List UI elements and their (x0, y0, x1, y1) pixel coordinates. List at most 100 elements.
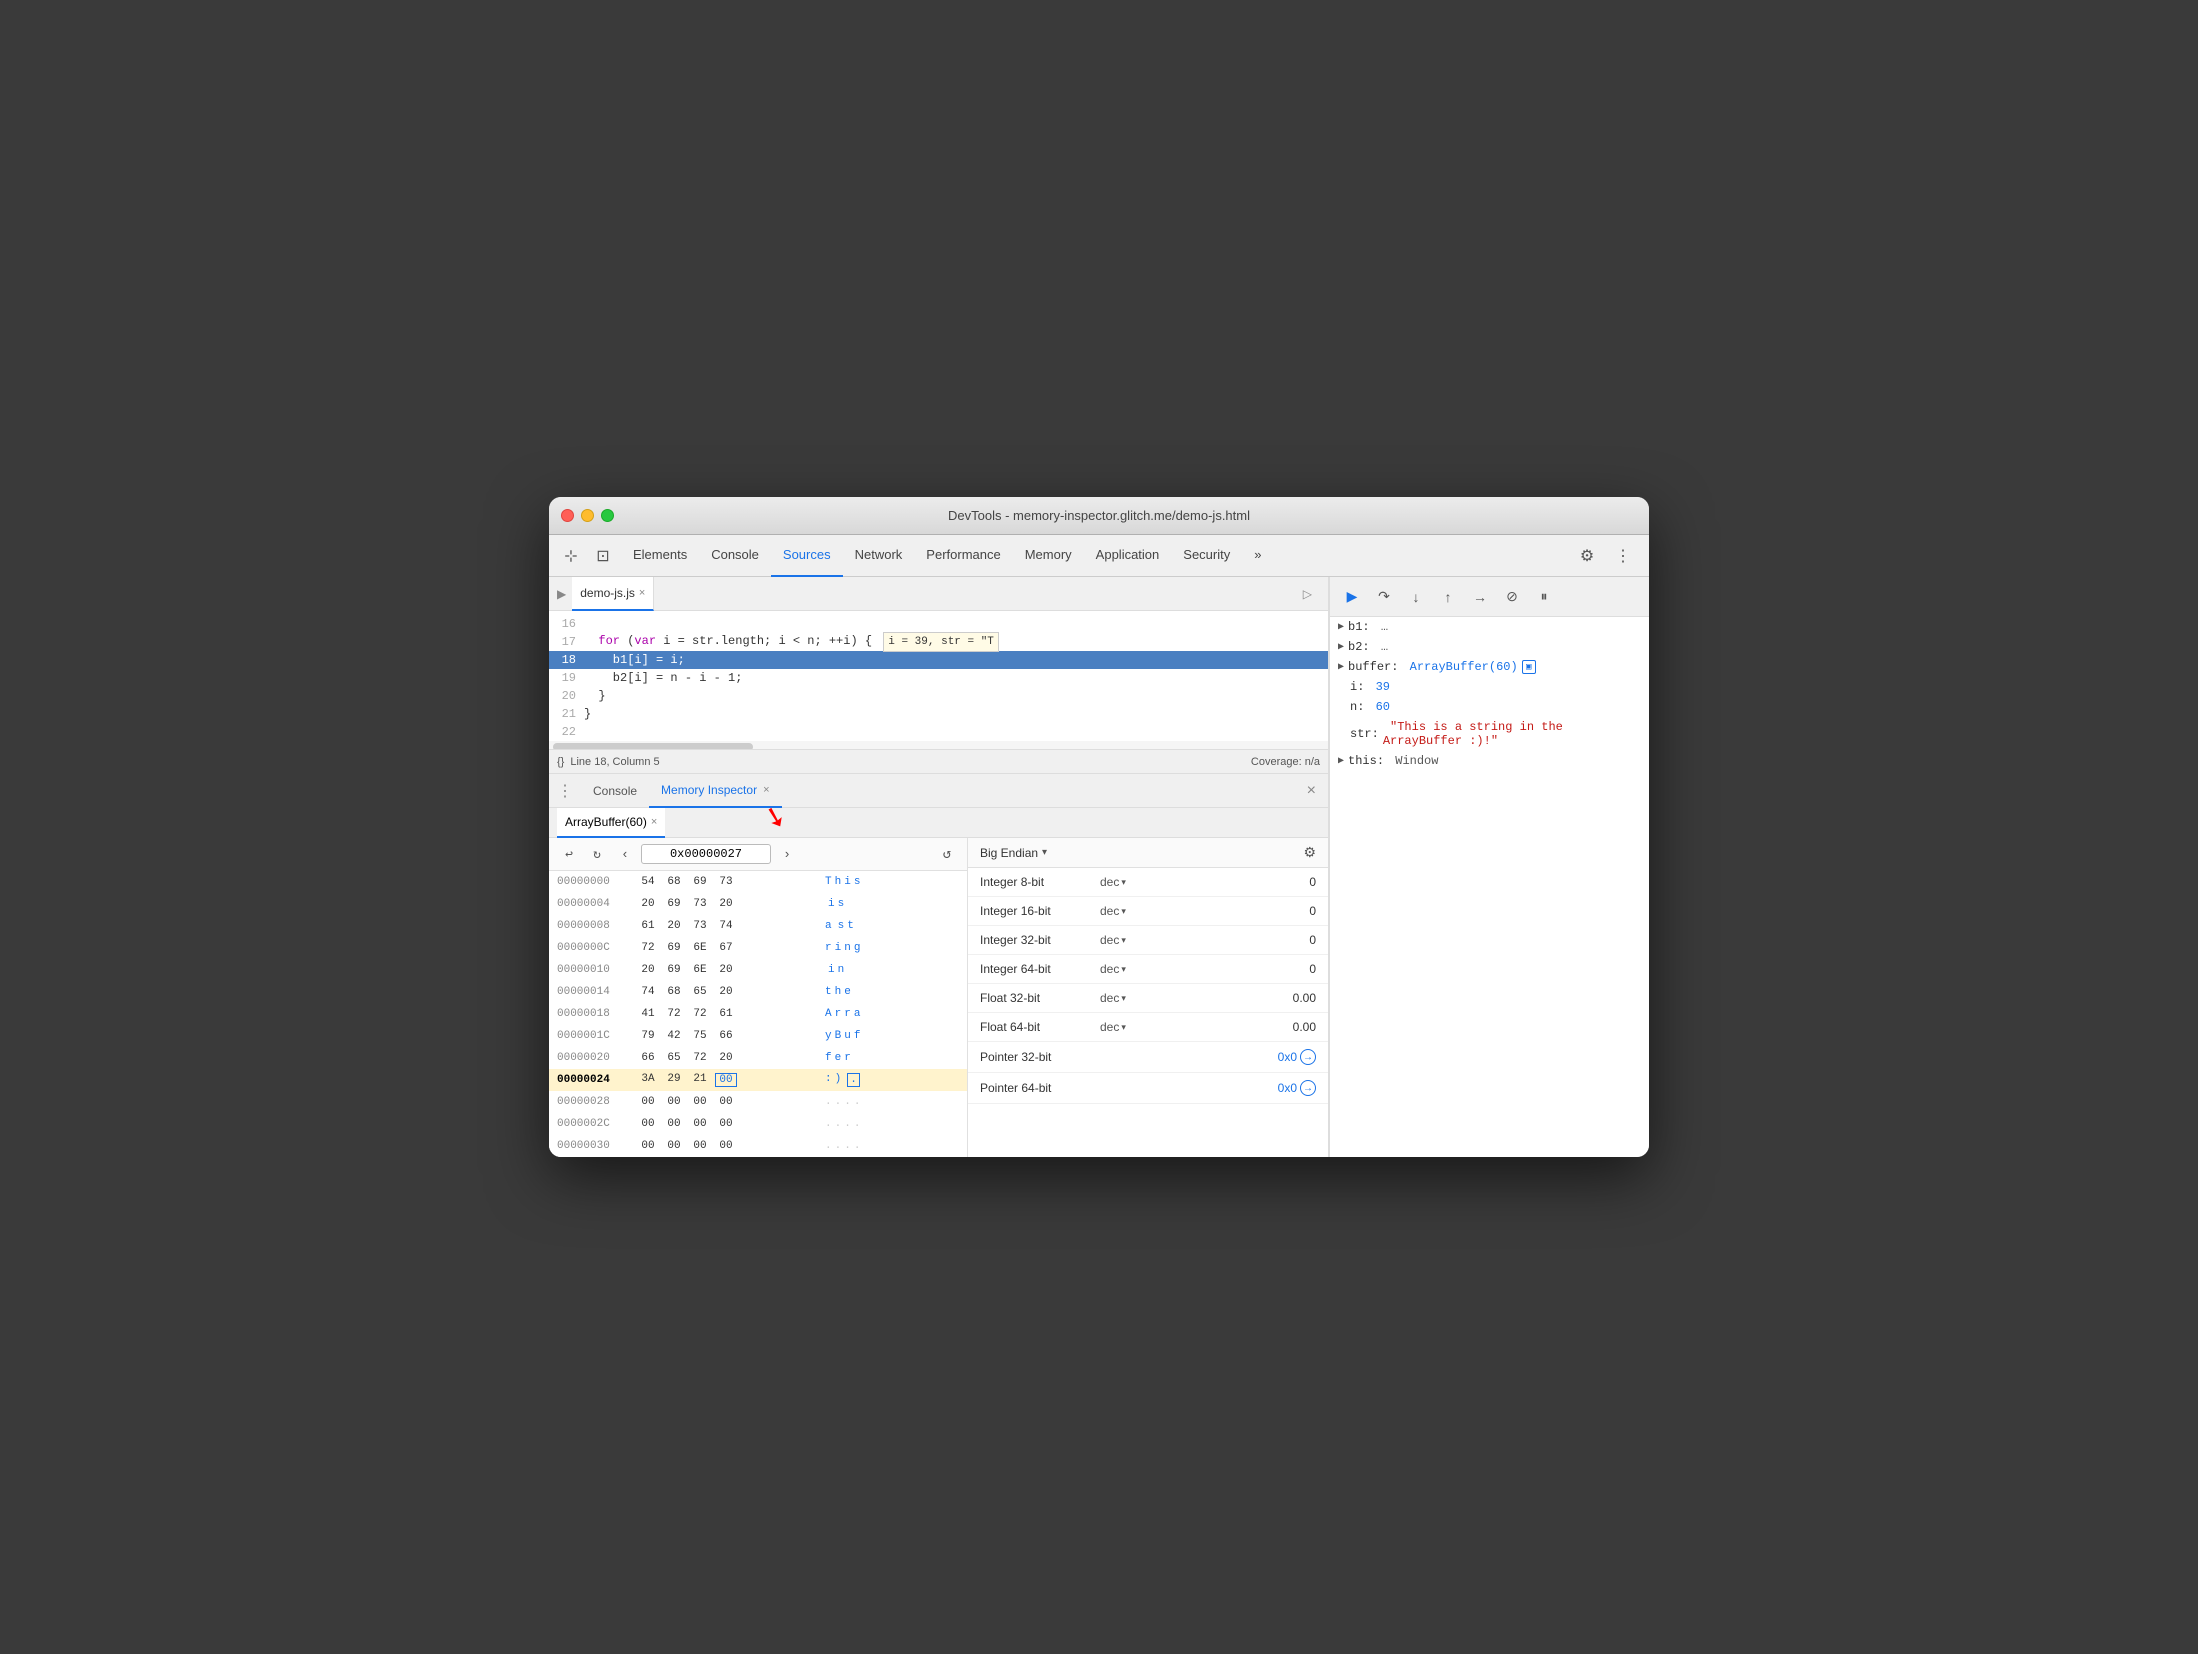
hex-byte[interactable]: 00 (663, 1096, 685, 1108)
hex-ascii-char[interactable]: r (844, 1008, 851, 1020)
mem-next-btn[interactable]: › (775, 842, 799, 866)
hex-byte[interactable]: 20 (715, 986, 737, 998)
endian-select[interactable]: Big Endian ▾ (980, 846, 1047, 860)
scope-item-this[interactable]: ▶ this: Window (1330, 751, 1649, 771)
tab-elements[interactable]: Elements (621, 535, 699, 577)
scope-item-b1[interactable]: ▶ b1: … (1330, 617, 1649, 637)
hex-ascii-char[interactable]: i (835, 942, 842, 954)
hex-byte[interactable]: 54 (637, 876, 659, 888)
bottom-panel-menu[interactable]: ⋮ (557, 781, 573, 801)
mobile-icon[interactable]: ⊡ (589, 542, 617, 570)
hex-byte[interactable]: 69 (663, 898, 685, 910)
hex-byte[interactable]: 3A (637, 1073, 659, 1087)
hex-ascii-char[interactable]: a (825, 920, 832, 932)
hex-byte[interactable]: 65 (689, 986, 711, 998)
scope-item-str[interactable]: str: "This is a string in the ArrayBuffe… (1330, 717, 1649, 751)
hex-ascii-char[interactable]: : (825, 1073, 832, 1087)
hex-byte[interactable]: 20 (663, 920, 685, 932)
hex-ascii-char[interactable]: r (844, 1052, 851, 1064)
hex-row-3[interactable]: 0000000C72696E67ring (549, 937, 967, 959)
arraybuffer-tab[interactable]: ArrayBuffer(60) × (557, 808, 665, 838)
close-button[interactable] (561, 509, 574, 522)
hex-byte[interactable]: 73 (715, 876, 737, 888)
arraybuffer-tab-close[interactable]: × (651, 816, 657, 828)
step-into-btn[interactable]: ↓ (1402, 583, 1430, 611)
hex-ascii-char[interactable]: f (854, 1030, 861, 1042)
hex-byte[interactable]: 00 (689, 1118, 711, 1130)
inspector-type-select[interactable]: dec ▾ (1100, 962, 1126, 976)
hex-byte[interactable]: 20 (715, 964, 737, 976)
hex-byte[interactable]: 72 (689, 1052, 711, 1064)
hscrollbar-thumb[interactable] (553, 743, 753, 749)
hex-ascii-char[interactable]: y (825, 1030, 832, 1042)
hex-byte[interactable]: 42 (663, 1030, 685, 1042)
hex-ascii-char[interactable]: T (825, 876, 832, 888)
hex-byte[interactable]: 6E (689, 942, 711, 954)
hex-byte[interactable]: 20 (637, 898, 659, 910)
hex-ascii-char[interactable]: h (835, 986, 842, 998)
hex-byte[interactable]: 67 (715, 942, 737, 954)
deactivate-btn[interactable]: ⊘ (1498, 583, 1526, 611)
hex-byte[interactable]: 21 (689, 1073, 711, 1087)
hex-row-1[interactable]: 0000000420697320 is (549, 893, 967, 915)
memory-icon[interactable]: ▣ (1522, 660, 1536, 674)
hex-row-0[interactable]: 0000000054686973This (549, 871, 967, 893)
hex-ascii-char[interactable]: ) (835, 1073, 842, 1087)
inspector-icon[interactable]: ⊹ (557, 542, 585, 570)
hex-ascii-char[interactable]: i (828, 898, 835, 910)
tab-sources[interactable]: Sources (771, 535, 843, 577)
hex-row-7[interactable]: 0000001C79427566yBuf (549, 1025, 967, 1047)
hex-row-11[interactable]: 0000002C00000000.... (549, 1113, 967, 1135)
hex-byte[interactable]: 69 (663, 942, 685, 954)
hex-byte[interactable]: 00 (689, 1096, 711, 1108)
source-tab-close[interactable]: × (639, 587, 645, 599)
hex-byte[interactable]: 66 (637, 1052, 659, 1064)
inspector-settings-icon[interactable]: ⚙ (1303, 844, 1316, 861)
hex-ascii-char[interactable]: t (847, 920, 854, 932)
inspector-type-select[interactable]: dec ▾ (1100, 904, 1126, 918)
hex-ascii-char[interactable]: i (844, 876, 851, 888)
tab-overflow[interactable]: » (1242, 535, 1273, 577)
hex-byte[interactable]: 00 (715, 1140, 737, 1152)
hex-ascii-char[interactable]: . (835, 1140, 842, 1152)
hex-byte[interactable]: 68 (663, 876, 685, 888)
hex-byte[interactable]: 29 (663, 1073, 685, 1087)
source-file-tab[interactable]: demo-js.js × (572, 577, 654, 611)
scope-item-n[interactable]: n: 60 (1330, 697, 1649, 717)
tab-application[interactable]: Application (1084, 535, 1172, 577)
mem-back-btn[interactable]: ↩ (557, 842, 581, 866)
hex-ascii-char[interactable]: e (844, 986, 851, 998)
hex-ascii-char[interactable]: . (854, 1140, 861, 1152)
hex-ascii-char[interactable]: a (854, 1008, 861, 1020)
hex-byte[interactable]: 41 (637, 1008, 659, 1020)
hex-ascii-char[interactable]: n (838, 964, 845, 976)
hex-byte[interactable]: 79 (637, 1030, 659, 1042)
mem-prev-btn[interactable]: ‹ (613, 842, 637, 866)
hex-byte[interactable]: 75 (689, 1030, 711, 1042)
hex-ascii-char[interactable]: e (835, 1052, 842, 1064)
hex-byte[interactable]: 69 (689, 876, 711, 888)
tab-memory[interactable]: Memory (1013, 535, 1084, 577)
hex-byte[interactable]: 68 (663, 986, 685, 998)
resume-btn[interactable]: ▶ (1338, 583, 1366, 611)
hex-row-4[interactable]: 0000001020696E20 in (549, 959, 967, 981)
mem-refresh-btn[interactable]: ↺ (935, 842, 959, 866)
scope-item-b2[interactable]: ▶ b2: … (1330, 637, 1649, 657)
bottom-panel-close[interactable]: × (1303, 782, 1320, 800)
hex-ascii-char[interactable]: . (835, 1118, 842, 1130)
hex-ascii-char[interactable]: n (844, 942, 851, 954)
tab-security[interactable]: Security (1171, 535, 1242, 577)
tab-network[interactable]: Network (843, 535, 915, 577)
step-btn[interactable]: → (1466, 583, 1494, 611)
hex-byte[interactable]: 00 (663, 1118, 685, 1130)
hex-byte[interactable]: 6E (689, 964, 711, 976)
hex-byte[interactable]: 20 (637, 964, 659, 976)
hex-byte[interactable]: 00 (637, 1140, 659, 1152)
hex-byte[interactable]: 72 (689, 1008, 711, 1020)
hex-ascii-char[interactable]: B (835, 1030, 842, 1042)
hex-byte[interactable]: 74 (715, 920, 737, 932)
hex-ascii-char[interactable]: r (835, 1008, 842, 1020)
hex-byte[interactable]: 65 (663, 1052, 685, 1064)
memory-inspector-close[interactable]: × (763, 784, 769, 796)
hex-ascii-char[interactable]: . (844, 1118, 851, 1130)
